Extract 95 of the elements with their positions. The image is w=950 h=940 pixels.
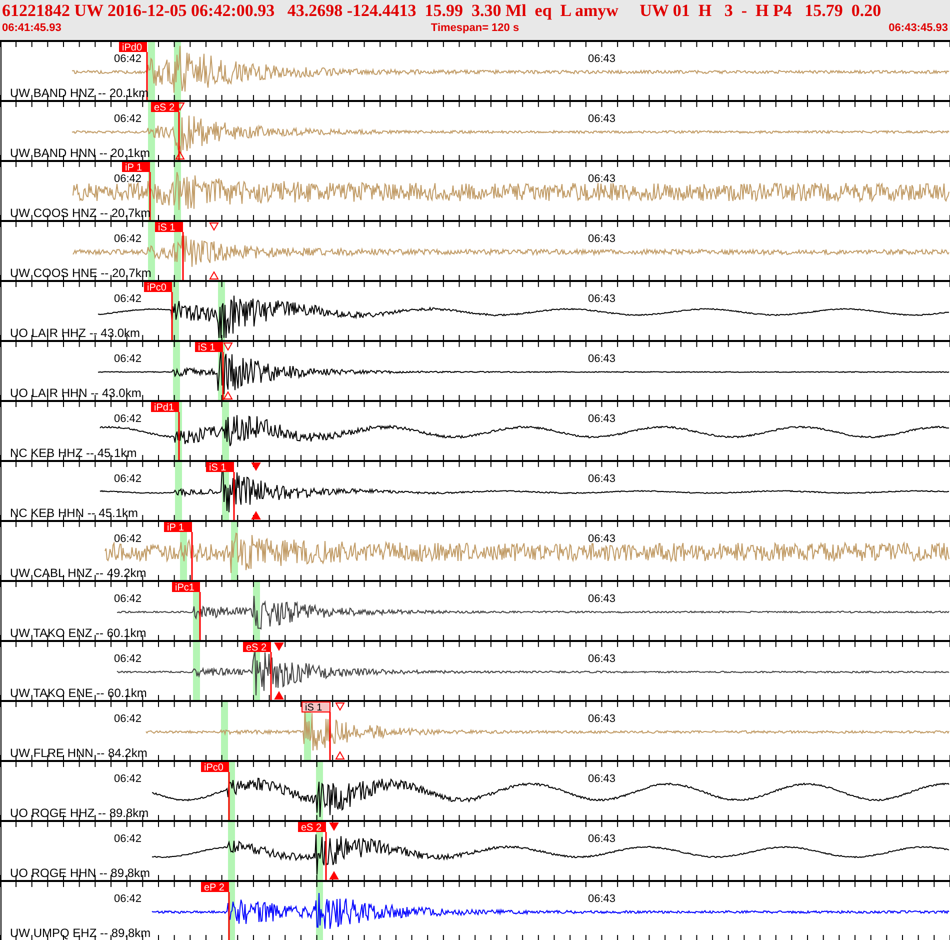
time-label: 06:43	[588, 113, 616, 125]
pick-flag[interactable]: iPc1	[172, 582, 200, 594]
time-label: 06:42	[114, 893, 142, 905]
trace-label: UW BAND HNN -- 20.1km	[10, 146, 150, 160]
time-label: 06:43	[588, 533, 616, 545]
pick-flag[interactable]: iS 1	[155, 222, 183, 234]
triangle-marker-icon	[251, 511, 261, 520]
time-label: 06:43	[588, 653, 616, 665]
end-time: 06:43:45.93	[888, 21, 948, 35]
time-label: 06:43	[588, 713, 616, 725]
triangle-marker-icon	[209, 271, 219, 280]
triangle-marker-icon	[274, 642, 284, 651]
pick-line	[191, 532, 193, 580]
triangle-marker-icon	[335, 702, 345, 711]
time-label: 06:43	[588, 353, 616, 365]
trace-label: UO ROGE HHN -- 89.8km	[10, 866, 150, 880]
pick-line	[149, 172, 151, 220]
time-label: 06:42	[114, 773, 142, 785]
pick-line	[222, 352, 224, 400]
time-label: 06:43	[588, 833, 616, 845]
triangle-marker-icon	[274, 691, 284, 700]
pick-flag[interactable]: iP 1	[164, 522, 192, 534]
arrival-band	[193, 642, 200, 700]
time-label: 06:42	[114, 593, 142, 605]
triangle-marker-icon	[329, 871, 339, 880]
start-time: 06:41:45.93	[2, 21, 62, 35]
arrival-band	[173, 342, 180, 400]
pick-line	[228, 892, 230, 940]
pick-line	[178, 412, 180, 460]
triangle-marker-icon	[223, 391, 233, 400]
trace-label: UW CABL HNZ -- 49.2km	[10, 566, 146, 580]
trace-label: NC KEB HHZ -- 45.1km	[10, 446, 137, 460]
pick-flag[interactable]: eP 2	[201, 882, 229, 894]
time-label: 06:42	[114, 233, 142, 245]
time-label: 06:42	[114, 413, 142, 425]
triangle-marker-icon	[251, 462, 261, 471]
pick-flag[interactable]: iS 1	[302, 702, 330, 714]
pick-flag[interactable]: iP 1	[122, 162, 150, 174]
time-label: 06:42	[114, 833, 142, 845]
arrival-band	[221, 702, 228, 760]
time-label: 06:42	[114, 113, 142, 125]
pick-flag[interactable]: iS 1	[206, 462, 234, 474]
time-label: 06:42	[114, 653, 142, 665]
pick-flag[interactable]: iS 1	[195, 342, 223, 354]
time-label: 06:42	[114, 533, 142, 545]
trace-label: UW COOS HNE -- 20.7km	[10, 266, 152, 280]
trace-label: UW UMPQ EHZ -- 89.8km	[10, 926, 151, 940]
triangle-marker-icon	[223, 342, 233, 351]
trace-label: UO LAIR HHZ -- 43.0km	[10, 326, 140, 340]
triangle-marker-icon	[329, 822, 339, 831]
event-summary: 61221842 UW 2016-12-05 06:42:00.93 43.2698 -124.4413 15.99 3.30 Ml eq L amyw UW 01 H 3 - H P4 15.79 0.20	[2, 1, 882, 21]
pick-line	[146, 52, 148, 100]
pick-line	[228, 772, 230, 820]
time-label: 06:43	[588, 773, 616, 785]
pick-line	[171, 292, 173, 340]
triangle-marker-icon	[335, 751, 345, 760]
time-label: 06:43	[588, 413, 616, 425]
pick-flag[interactable]: eS 2	[298, 822, 326, 834]
pick-line	[233, 472, 235, 520]
time-label: 06:42	[114, 173, 142, 185]
time-label: 06:42	[114, 353, 142, 365]
triangle-marker-icon	[209, 222, 219, 231]
triangle-marker-icon	[175, 151, 185, 160]
time-label: 06:43	[588, 593, 616, 605]
pick-flag[interactable]: eS 2	[243, 642, 271, 654]
timespan-label: Timespan= 120 s	[430, 21, 520, 35]
pick-flag[interactable]: iPd1	[151, 402, 179, 414]
trace-label: UW TAKO ENE -- 60.1km	[10, 686, 147, 700]
time-label: 06:43	[588, 473, 616, 485]
pick-flag[interactable]: iPc0	[201, 762, 229, 774]
time-label: 06:43	[588, 53, 616, 65]
arrival-band	[175, 462, 182, 520]
pick-flag[interactable]: iPc0	[144, 282, 172, 294]
pick-line	[178, 112, 180, 160]
time-label: 06:42	[114, 713, 142, 725]
pick-line	[325, 832, 327, 880]
pick-line	[270, 652, 272, 700]
arrival-band	[228, 822, 235, 880]
trace-label: UW TAKO ENZ -- 60.1km	[10, 626, 146, 640]
pick-flag[interactable]: iPd0	[119, 42, 147, 54]
time-label: 06:43	[588, 293, 616, 305]
trace-label: NC KEB HHN -- 45.1km	[10, 506, 138, 520]
pick-line	[199, 592, 201, 640]
pick-flag[interactable]: eS 2	[151, 102, 179, 114]
trace-label: UO ROGE HHZ -- 89.8km	[10, 806, 149, 820]
time-label: 06:42	[114, 293, 142, 305]
trace-label: UO LAIR HHN -- 43.0km	[10, 386, 142, 400]
time-label: 06:42	[114, 473, 142, 485]
time-label: 06:42	[114, 53, 142, 65]
trace-label: UW FLRE HNN -- 84.2km	[10, 746, 148, 760]
time-label: 06:43	[588, 893, 616, 905]
pick-line	[329, 712, 331, 760]
time-label: 06:43	[588, 233, 616, 245]
time-label: 06:43	[588, 173, 616, 185]
pick-line	[182, 232, 184, 280]
